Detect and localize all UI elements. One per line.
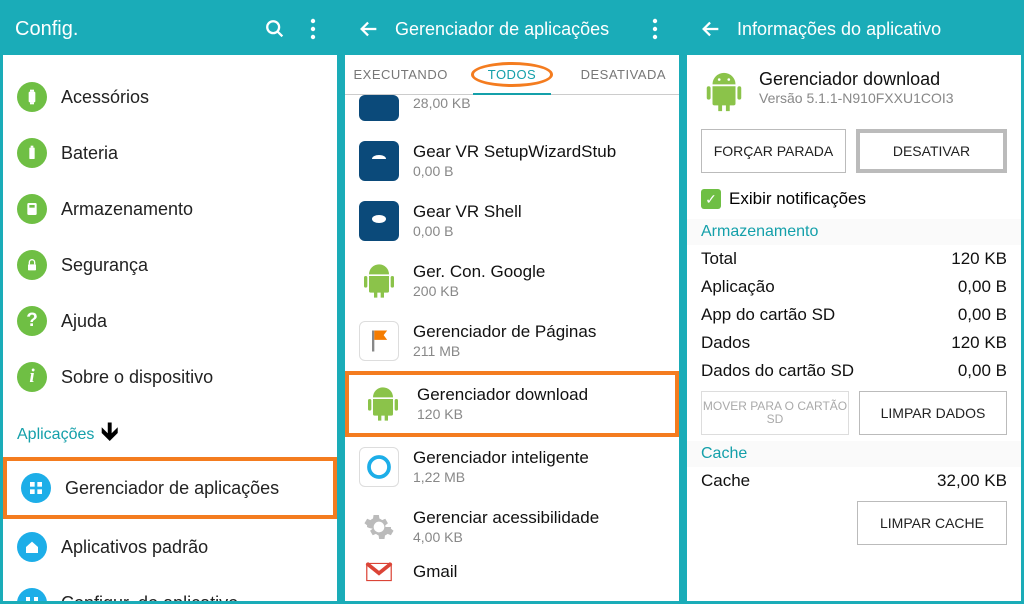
- title-app-manager: Gerenciador de aplicações: [395, 19, 629, 40]
- row-label: Configur. do aplicativo: [61, 593, 238, 602]
- row-gerenciador-aplicacoes[interactable]: Gerenciador de aplicações: [3, 457, 337, 519]
- header-app-info: Informações do aplicativo: [687, 3, 1021, 55]
- row-ajuda[interactable]: ? Ajuda: [3, 293, 337, 349]
- notifications-label: Exibir notificações: [729, 189, 866, 209]
- app-row-gearvr-setup[interactable]: Gear VR SetupWizardStub0,00 B: [345, 131, 679, 191]
- gear-icon: [359, 201, 399, 241]
- row-aplicativos-padrao[interactable]: Aplicativos padrão: [3, 519, 337, 575]
- cache-buttons: LIMPAR CACHE: [687, 495, 1021, 551]
- storage-buttons: MOVER PARA O CARTÃO SD LIMPAR DADOS: [687, 385, 1021, 441]
- grid-icon: [21, 473, 51, 503]
- row-config-aplicativo[interactable]: Configur. do aplicativo: [3, 575, 337, 601]
- info-icon: i: [17, 362, 47, 392]
- row-acessorios[interactable]: Acessórios: [3, 69, 337, 125]
- row-label: Acessórios: [61, 87, 149, 108]
- search-icon[interactable]: [263, 17, 287, 41]
- row-label: Gerenciador de aplicações: [65, 478, 279, 499]
- tab-todos[interactable]: TODOS: [456, 55, 567, 94]
- lock-icon: [17, 250, 47, 280]
- tab-executando[interactable]: EXECUTANDO: [345, 55, 456, 94]
- checkbox-checked-icon[interactable]: ✓: [701, 189, 721, 209]
- more-icon[interactable]: [643, 17, 667, 41]
- more-icon[interactable]: [301, 17, 325, 41]
- row-label: Armazenamento: [61, 199, 193, 220]
- android-icon: [701, 69, 747, 115]
- app-row[interactable]: 28,00 KB: [345, 95, 679, 131]
- row-aplicacao: Aplicação0,00 B: [687, 273, 1021, 301]
- title-app-info: Informações do aplicativo: [737, 19, 1009, 40]
- gear-icon: [359, 141, 399, 181]
- app-info-version: Versão 5.1.1-N910FXXU1COI3: [759, 90, 954, 106]
- notifications-checkbox-row[interactable]: ✓ Exibir notificações: [687, 183, 1021, 219]
- title-config: Config.: [15, 18, 249, 41]
- app-info-name: Gerenciador download: [759, 69, 954, 90]
- row-label: Ajuda: [61, 311, 107, 332]
- app-row-google[interactable]: Ger. Con. Google200 KB: [345, 251, 679, 311]
- back-icon[interactable]: [699, 17, 723, 41]
- panel-config: Config. Acessórios Bateria Armazenamento: [2, 2, 338, 602]
- arrow-down-icon: 🡻: [100, 413, 119, 457]
- header-app-manager: Gerenciador de aplicações: [345, 3, 679, 55]
- move-sd-button: MOVER PARA O CARTÃO SD: [701, 391, 849, 435]
- section-aplicacoes: Aplicações 🡻: [3, 405, 337, 457]
- settings-list: Acessórios Bateria Armazenamento Seguran…: [3, 55, 337, 601]
- tabs: EXECUTANDO TODOS DESATIVADA: [345, 55, 679, 95]
- disable-button[interactable]: DESATIVAR: [856, 129, 1007, 173]
- row-seguranca[interactable]: Segurança: [3, 237, 337, 293]
- watch-icon: [17, 82, 47, 112]
- android-icon: [363, 384, 403, 424]
- cache-section: Cache: [687, 441, 1021, 467]
- storage-icon: [17, 194, 47, 224]
- help-icon: ?: [17, 306, 47, 336]
- force-stop-button[interactable]: FORÇAR PARADA: [701, 129, 846, 173]
- row-label: Segurança: [61, 255, 148, 276]
- circle-icon: [359, 447, 399, 487]
- row-sobre[interactable]: i Sobre o dispositivo: [3, 349, 337, 405]
- clear-cache-button[interactable]: LIMPAR CACHE: [857, 501, 1007, 545]
- panel-app-manager: Gerenciador de aplicações EXECUTANDO TOD…: [344, 2, 680, 602]
- row-bateria[interactable]: Bateria: [3, 125, 337, 181]
- row-dados: Dados120 KB: [687, 329, 1021, 357]
- apps-list[interactable]: 28,00 KB Gear VR SetupWizardStub0,00 B G…: [345, 95, 679, 601]
- flag-icon: [359, 321, 399, 361]
- app-row-gmail[interactable]: Gmail: [345, 557, 679, 587]
- row-label: Bateria: [61, 143, 118, 164]
- app-row-smart-manager[interactable]: Gerenciador inteligente1,22 MB: [345, 437, 679, 497]
- row-total: Total120 KB: [687, 245, 1021, 273]
- battery-icon: [17, 138, 47, 168]
- app-row-accessibility[interactable]: Gerenciar acessibilidade4,00 KB: [345, 497, 679, 557]
- row-dados-sd: Dados do cartão SD0,00 B: [687, 357, 1021, 385]
- home-icon: [17, 532, 47, 562]
- header-config: Config.: [3, 3, 337, 55]
- apps-settings-icon: [17, 588, 47, 601]
- app-row-paginas[interactable]: Gerenciador de Páginas211 MB: [345, 311, 679, 371]
- app-row-gearvr-shell[interactable]: Gear VR Shell0,00 B: [345, 191, 679, 251]
- row-label: Aplicativos padrão: [61, 537, 208, 558]
- android-icon: [359, 261, 399, 301]
- app-row-download-manager[interactable]: Gerenciador download120 KB: [345, 371, 679, 437]
- storage-section: Armazenamento: [687, 219, 1021, 245]
- gmail-icon: [359, 561, 399, 583]
- row-armazenamento[interactable]: Armazenamento: [3, 181, 337, 237]
- back-icon[interactable]: [357, 17, 381, 41]
- action-buttons: FORÇAR PARADA DESATIVAR: [687, 129, 1021, 183]
- row-label: Sobre o dispositivo: [61, 367, 213, 388]
- row-app-sd: App do cartão SD0,00 B: [687, 301, 1021, 329]
- app-info-header: Gerenciador download Versão 5.1.1-N910FX…: [687, 55, 1021, 129]
- panel-app-info: Informações do aplicativo Gerenciador do…: [686, 2, 1022, 602]
- clear-data-button[interactable]: LIMPAR DADOS: [859, 391, 1007, 435]
- row-cache: Cache32,00 KB: [687, 467, 1021, 495]
- tab-desativada[interactable]: DESATIVADA: [568, 55, 679, 94]
- gear-settings-icon: [359, 507, 399, 547]
